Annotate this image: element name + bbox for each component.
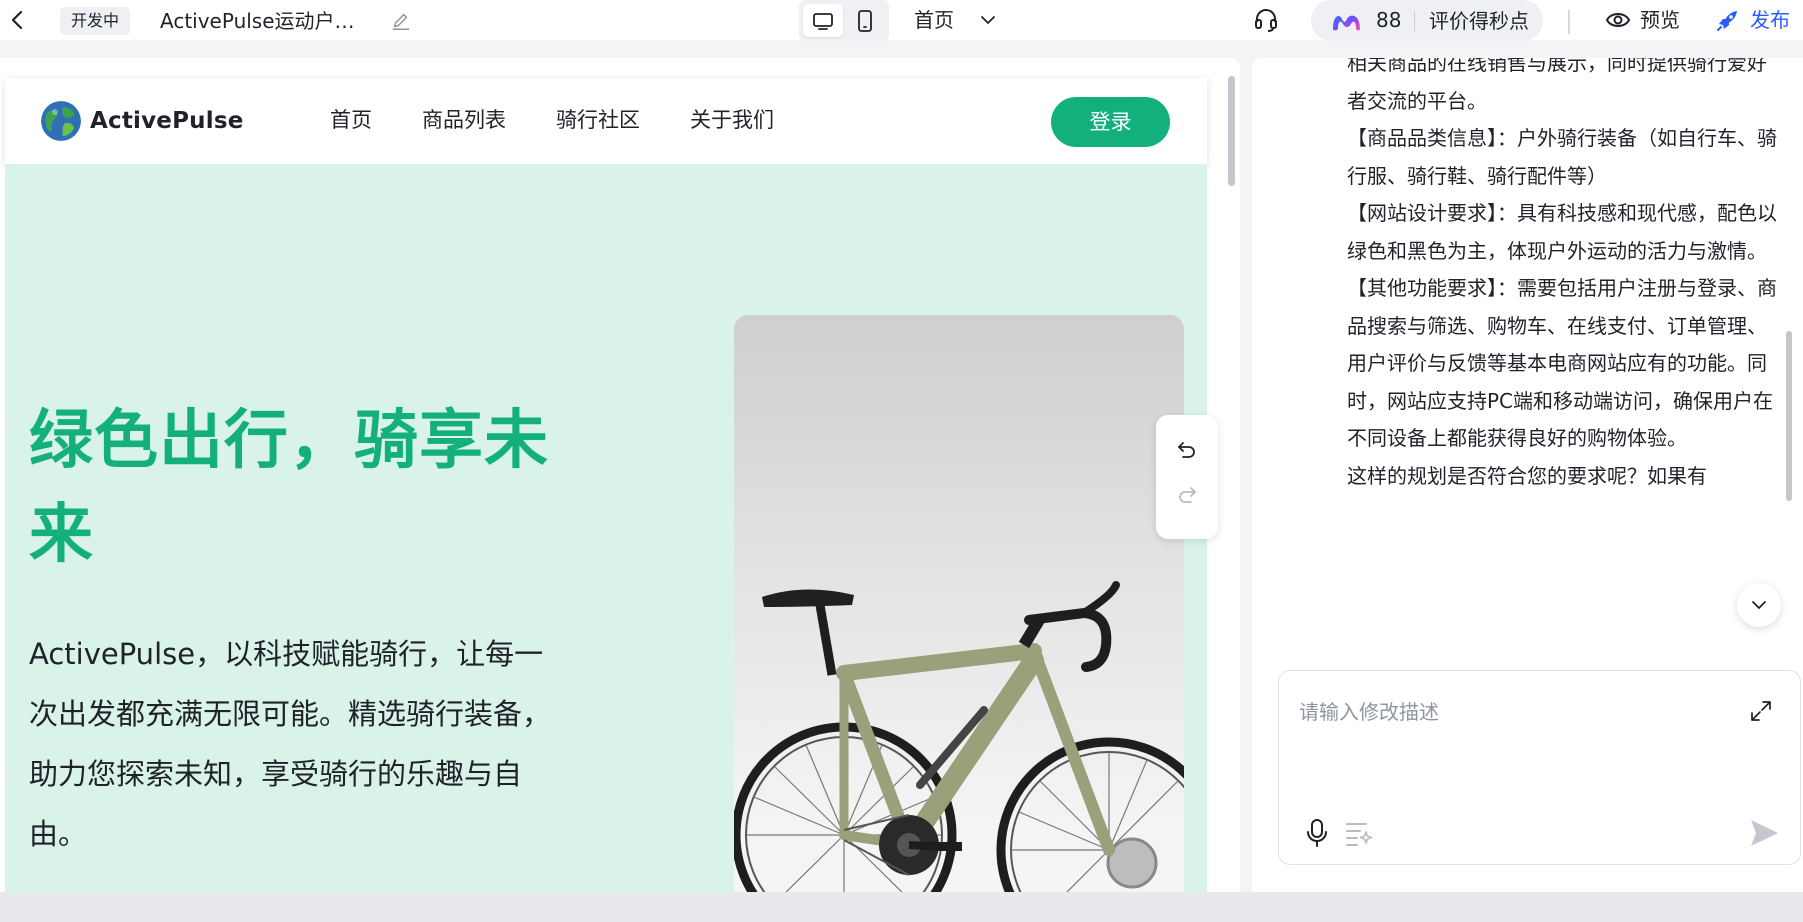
preview-canvas: ActivePulse 首页 商品列表 骑行社区 关于我们 登录 绿色出行，骑享… — [0, 58, 1240, 892]
chat-fade — [1252, 618, 1803, 668]
canvas-scroll-thumb[interactable] — [1228, 76, 1235, 186]
site-nav-links: 首页 商品列表 骑行社区 关于我们 — [330, 105, 774, 135]
send-icon[interactable] — [1747, 816, 1781, 850]
publish-button[interactable]: 发布 — [1750, 6, 1790, 34]
os-taskbar — [0, 892, 1803, 922]
scroll-down-icon — [1752, 601, 1766, 609]
toolbar-divider — [1568, 10, 1570, 34]
rate-link[interactable]: 评价得秒点 — [1415, 7, 1543, 35]
message-paragraph: 【商品品类信息】：户外骑行装备（如自行车、骑行服、骑行鞋、骑行配件等） — [1347, 126, 1777, 188]
chevron-down-icon[interactable] — [978, 10, 998, 30]
project-title: ActivePulse运动户… — [160, 9, 355, 33]
expand-icon[interactable] — [1748, 698, 1774, 724]
preview-button[interactable]: 预览 — [1640, 6, 1680, 34]
rocket-icon[interactable] — [1714, 8, 1740, 34]
bicycle-illustration — [734, 581, 1184, 892]
headset-icon[interactable] — [1252, 6, 1280, 34]
device-toggle — [799, 0, 889, 41]
message-input-box[interactable]: 请输入修改描述 — [1278, 670, 1801, 865]
message-paragraph: 【网站设计要求】：具有科技感和现代感，配色以绿色和黑色为主，体现户外运动的活力与… — [1347, 201, 1777, 263]
top-toolbar: 开发中 ActivePulse运动户… 首页 88 评价得秒点 预览 发布 — [0, 0, 1803, 41]
redo-icon[interactable] — [1175, 482, 1199, 506]
undo-icon[interactable] — [1175, 437, 1199, 461]
message-paragraph: 【其他功能要求】：需要包括用户注册与登录、商品搜索与筛选、购物车、在线支付、订单… — [1347, 276, 1777, 450]
desktop-icon — [813, 12, 833, 30]
credits-count: 88 — [1376, 8, 1402, 32]
eye-icon[interactable] — [1605, 9, 1631, 31]
message-input-placeholder[interactable]: 请输入修改描述 — [1299, 698, 1439, 726]
nav-about[interactable]: 关于我们 — [690, 105, 774, 135]
back-arrow-icon[interactable] — [6, 8, 30, 32]
microphone-icon[interactable] — [1304, 818, 1330, 848]
mobile-icon — [858, 9, 872, 32]
hero-title: 绿色出行，骑享未来 — [29, 404, 549, 572]
assistant-message: 相关商品的在线销售与展示，同时提供骑行爱好者交流的平台。 【商品品类信息】：户外… — [1347, 58, 1779, 495]
edit-pencil-icon[interactable] — [390, 10, 412, 32]
scroll-down-button[interactable] — [1737, 583, 1781, 627]
nav-community[interactable]: 骑行社区 — [556, 105, 640, 135]
chat-panel: 相关商品的在线销售与展示，同时提供骑行爱好者交流的平台。 【商品品类信息】：户外… — [1252, 58, 1803, 892]
desktop-view-button[interactable] — [803, 4, 843, 37]
prompt-list-icon[interactable] — [1344, 819, 1374, 847]
login-button[interactable]: 登录 — [1051, 97, 1170, 147]
status-badge: 开发中 — [60, 7, 131, 35]
page-selector[interactable]: 首页 — [914, 6, 954, 34]
undo-redo-panel — [1156, 415, 1218, 539]
hero-section: 绿色出行，骑享未来 ActivePulse，以科技赋能骑行，让每一次出发都充满无… — [5, 164, 1207, 892]
nav-home[interactable]: 首页 — [330, 105, 372, 135]
chat-scroll-thumb[interactable] — [1786, 331, 1792, 501]
canvas-scrollbar[interactable] — [1224, 58, 1240, 892]
brand-logo-icon — [1333, 15, 1360, 31]
message-paragraph: 相关商品的在线销售与展示，同时提供骑行爱好者交流的平台。 — [1347, 58, 1767, 113]
hero-bicycle-image — [734, 315, 1184, 892]
message-paragraph: 这样的规划是否符合您的要求呢？如果有 — [1347, 463, 1707, 488]
chat-scrollbar[interactable] — [1783, 86, 1795, 646]
site-navbar: ActivePulse 首页 商品列表 骑行社区 关于我们 登录 — [5, 78, 1207, 164]
globe-logo-icon — [41, 101, 81, 141]
site-brand: ActivePulse — [90, 108, 244, 134]
mobile-view-button[interactable] — [845, 4, 885, 37]
nav-products[interactable]: 商品列表 — [422, 105, 506, 135]
hero-description: ActivePulse，以科技赋能骑行，让每一次出发都充满无限可能。精选骑行装备… — [29, 637, 552, 851]
credits-pill[interactable]: 88 评价得秒点 — [1311, 0, 1543, 41]
